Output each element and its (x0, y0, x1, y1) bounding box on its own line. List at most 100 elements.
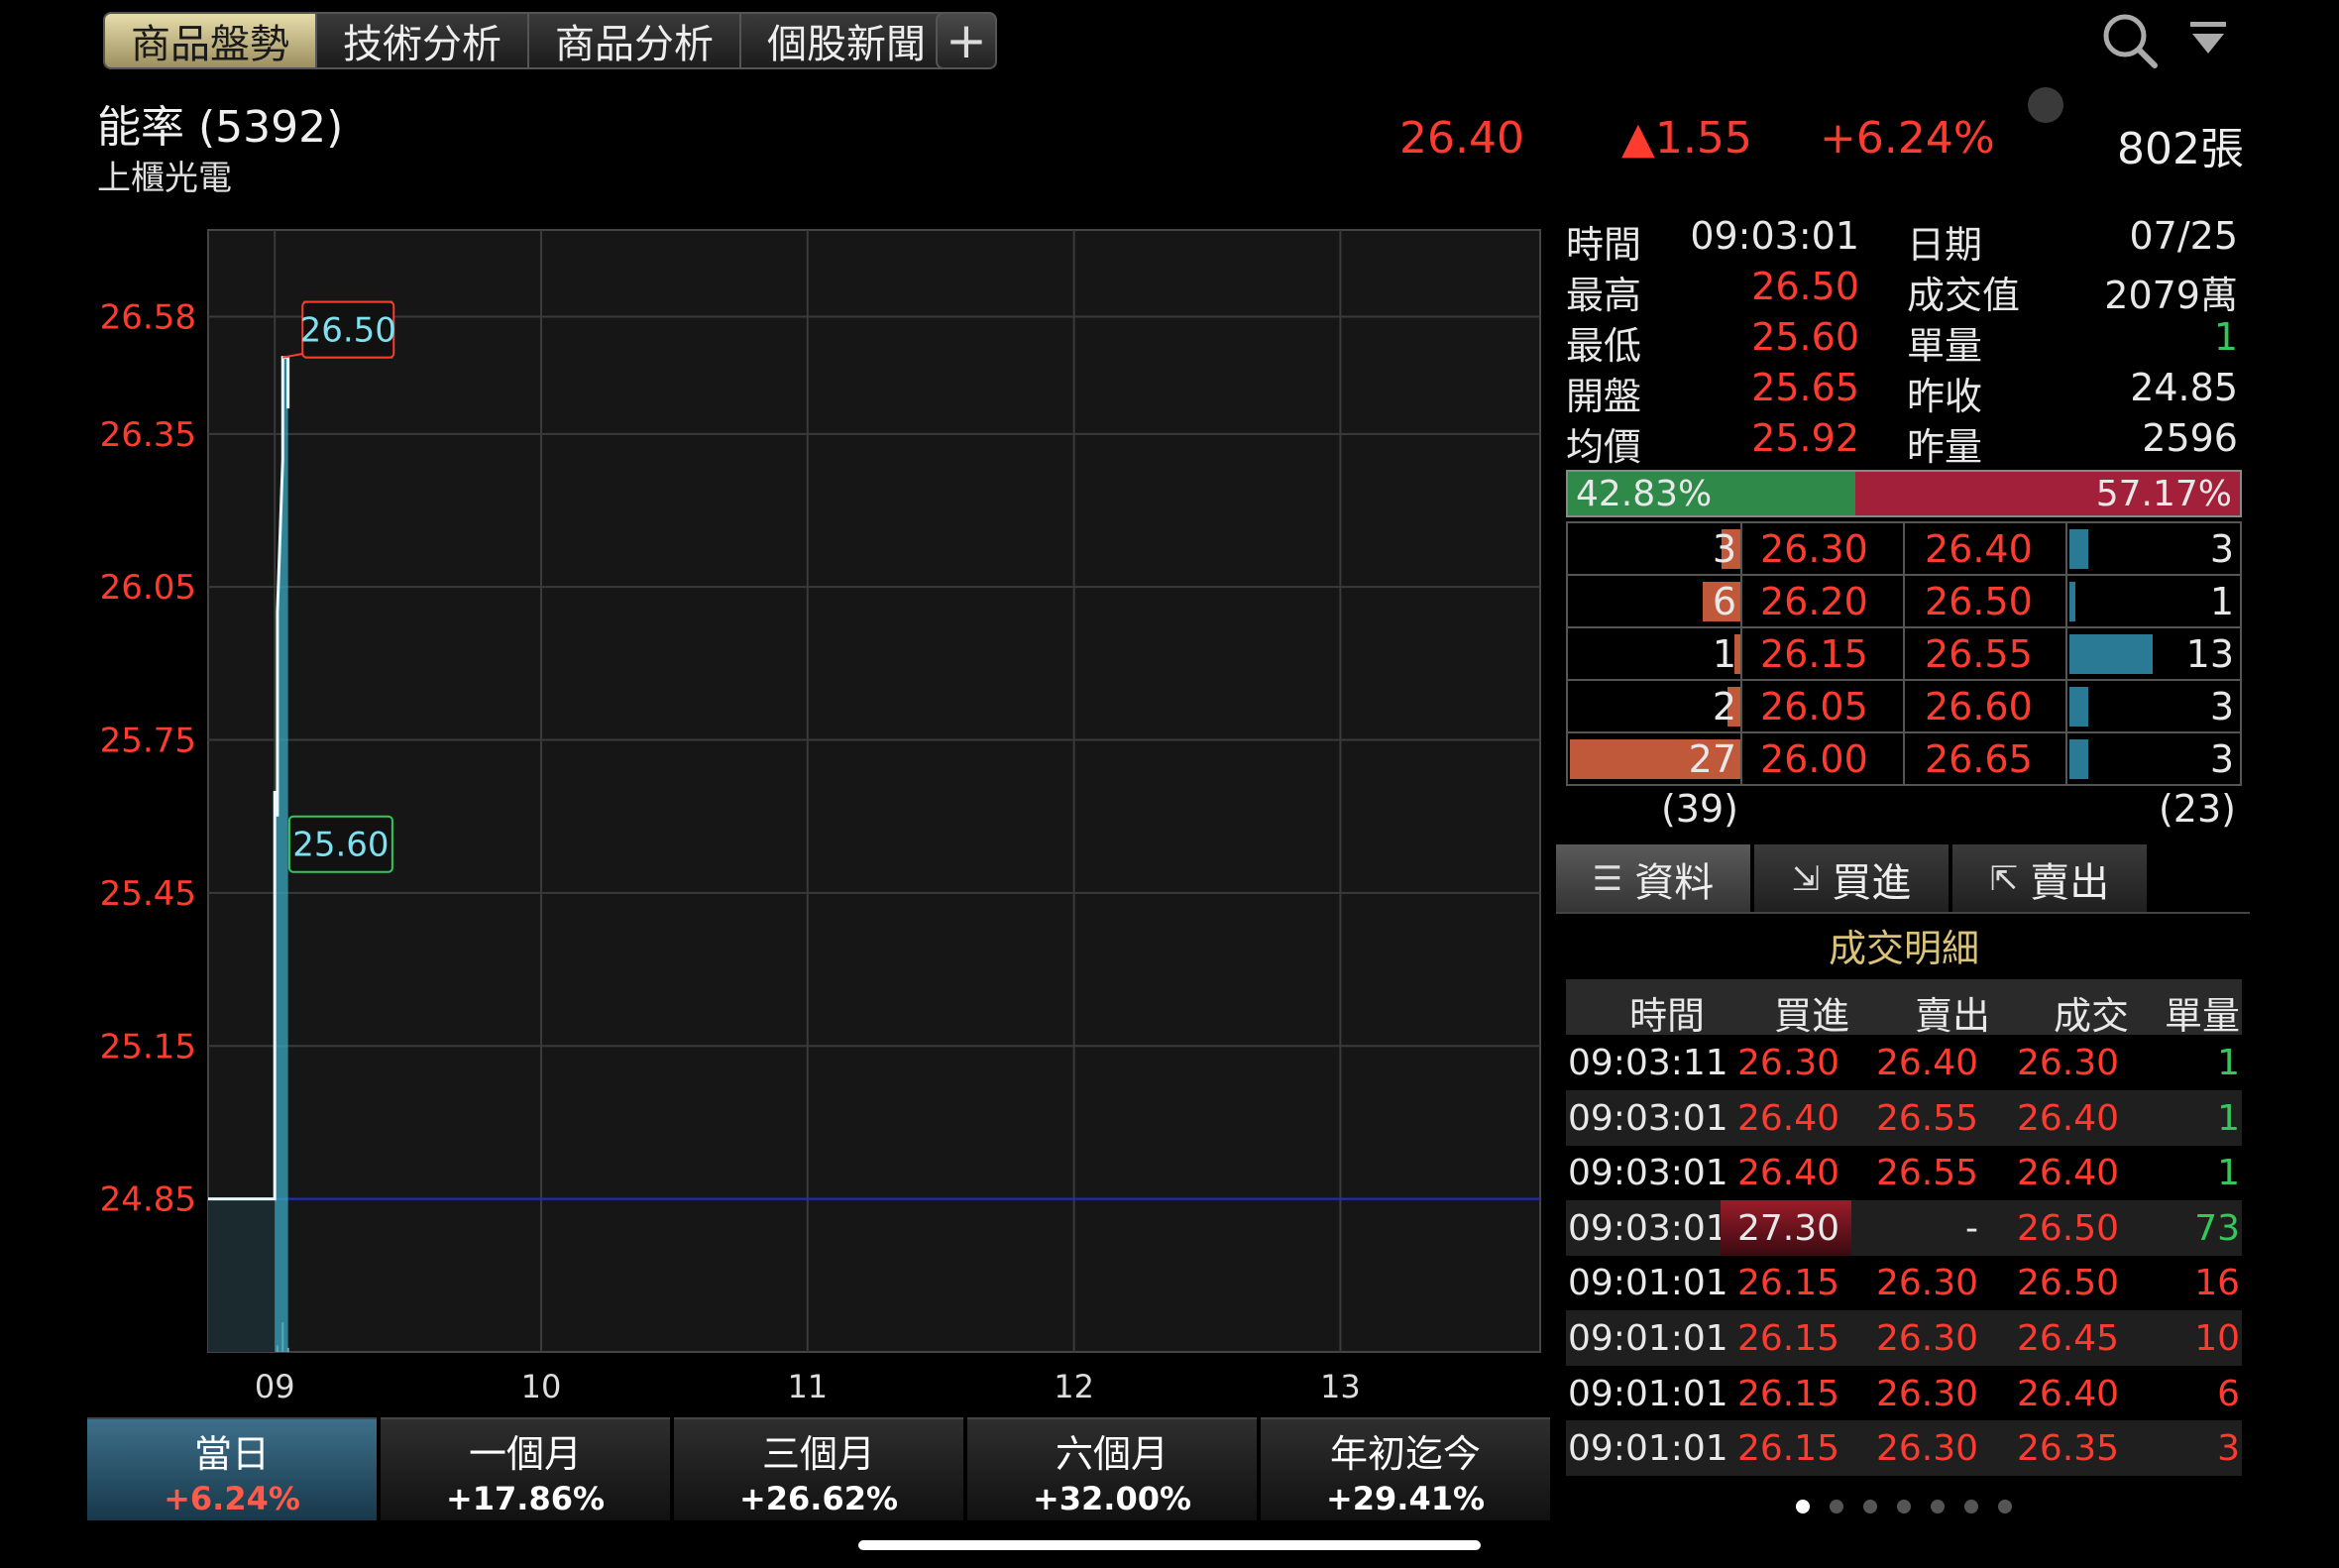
detail-tab-2[interactable]: ⇱ 賣出 (1952, 844, 2147, 914)
ask-price-cell: 26.40 (1905, 523, 2067, 574)
info-value: 24.85 (2130, 366, 2238, 409)
tab-2[interactable]: 商品分析 (529, 14, 741, 67)
buy-ratio: 42.83% (1568, 472, 1856, 515)
trade-row[interactable]: 09:01:01 26.15 26.30 26.45 10 (1566, 1310, 2242, 1366)
bid-price-cell: 26.30 (1742, 523, 1905, 574)
period-2[interactable]: 三個月 +26.62% (674, 1417, 963, 1520)
sell-icon: ⇱ (1989, 859, 2019, 899)
trade-time: 09:01:01 (1568, 1428, 1728, 1470)
bid-price: 26.20 (1760, 580, 1868, 623)
trade-row[interactable]: 09:03:01 26.40 26.55 26.40 1 (1566, 1145, 2242, 1200)
info-label: 均價 (1566, 425, 1642, 469)
y-tick-label: 25.75 (100, 722, 196, 761)
info-label: 昨量 (1907, 425, 1983, 469)
trade-row[interactable]: 09:01:01 26.15 26.30 26.40 6 (1566, 1366, 2242, 1421)
bid-qty: 3 (1712, 527, 1736, 571)
page-dot[interactable] (1931, 1500, 1945, 1513)
period-1[interactable]: 一個月 +17.86% (381, 1417, 670, 1520)
ask-bar (2069, 582, 2076, 621)
page-dot[interactable] (1863, 1500, 1877, 1513)
trade-vol: 16 (2194, 1263, 2240, 1304)
bid-price: 26.00 (1760, 737, 1868, 781)
detail-tab-0[interactable]: ☰ 資料 (1556, 844, 1750, 914)
bid-price-cell: 26.15 (1742, 628, 1905, 679)
info-label: 日期 (1907, 223, 1983, 267)
trade-buy: 26.40 (1736, 1097, 1839, 1139)
period-value: +32.00% (1032, 1479, 1192, 1517)
info-row: 最低 25.60 單量 1 (1566, 315, 2240, 368)
total-volume: 802張 (2117, 124, 2244, 174)
ask-price-cell: 26.65 (1905, 733, 2067, 784)
tab-bar: 商品盤勢 技術分析 商品分析 個股新聞 (103, 12, 953, 69)
info-value: 07/25 (2129, 214, 2238, 258)
trade-time: 09:03:11 (1568, 1043, 1728, 1083)
ask-qty: 13 (2185, 632, 2234, 676)
page-dot[interactable] (1796, 1500, 1810, 1513)
tab-1[interactable]: 技術分析 (317, 14, 529, 67)
trade-time: 09:03:01 (1568, 1153, 1728, 1194)
trade-time: 09:01:01 (1568, 1263, 1728, 1304)
buy-icon: ⇲ (1791, 859, 1821, 899)
trade-row[interactable]: 09:01:01 26.15 26.30 26.35 3 (1566, 1420, 2242, 1477)
pre-open-area (208, 1198, 276, 1352)
book-row[interactable]: 27 26.00 26.65 3 (1568, 733, 2240, 786)
trade-row[interactable]: 09:01:01 26.15 26.30 26.50 16 (1566, 1255, 2242, 1310)
tab-0[interactable]: 商品盤勢 (105, 14, 317, 67)
info-value: 25.92 (1751, 416, 1859, 460)
period-4[interactable]: 年初迄今 +29.41% (1261, 1417, 1550, 1520)
x-tick-label: 10 (521, 1368, 562, 1405)
trade-buy: 26.15 (1736, 1263, 1839, 1304)
detail-tab-1[interactable]: ⇲ 買進 (1754, 844, 1949, 914)
book-row[interactable]: 3 26.30 26.40 3 (1568, 523, 2240, 576)
detail-tabs: ☰ 資料 ⇲ 買進 ⇱ 賣出 (1556, 844, 2151, 914)
page-dot[interactable] (1830, 1500, 1843, 1513)
stock-name: 能率 (5392) (97, 102, 344, 153)
x-tick-label: 13 (1320, 1368, 1361, 1405)
ask-total: (23) (2158, 787, 2236, 831)
intraday-chart[interactable]: 26.58 26.35 26.05 25.75 25.45 25.15 24.85 09 10… (0, 218, 1546, 1417)
period-value: +29.41% (1325, 1479, 1486, 1517)
trade-vol: 73 (2194, 1207, 2240, 1249)
period-0[interactable]: 當日 +6.24% (87, 1417, 377, 1520)
add-tab-button[interactable]: + (936, 12, 997, 69)
trade-sell: - (1965, 1207, 1978, 1249)
header-time: 時間 (1629, 994, 1706, 1038)
ask-bar (2069, 529, 2089, 569)
bid-qty-cell: 27 (1568, 733, 1742, 784)
info-value: 26.50 (1751, 265, 1859, 308)
last-price: 26.40 (1399, 113, 1524, 164)
header-vol: 單量 (2164, 994, 2240, 1038)
trade-sell: 26.30 (1875, 1318, 1978, 1359)
info-label: 昨收 (1907, 375, 1983, 418)
info-value: 09:03:01 (1690, 214, 1859, 258)
trade-row[interactable]: 09:03:11 26.30 26.40 26.30 1 (1566, 1035, 2242, 1090)
ask-qty-cell: 3 (2067, 733, 2240, 784)
trade-time: 09:01:01 (1568, 1318, 1728, 1359)
list-icon: ☰ (1592, 859, 1623, 899)
book-row[interactable]: 2 26.05 26.60 3 (1568, 681, 2240, 733)
ask-price: 26.65 (1925, 737, 2033, 781)
info-value: 2079萬 (2104, 274, 2238, 317)
home-indicator[interactable] (858, 1540, 1481, 1550)
bid-qty: 6 (1712, 580, 1736, 623)
bid-price: 26.30 (1760, 527, 1868, 571)
y-tick-label: 25.15 (100, 1027, 196, 1066)
trade-vol: 6 (2217, 1373, 2240, 1414)
filter-dropdown-icon[interactable] (2188, 20, 2228, 59)
book-row[interactable]: 1 26.15 26.55 13 (1568, 628, 2240, 681)
trade-row[interactable]: 09:03:01 27.30 -26.50 73 (1566, 1199, 2242, 1256)
period-3[interactable]: 六個月 +32.00% (967, 1417, 1257, 1520)
page-dot[interactable] (1897, 1500, 1911, 1513)
book-row[interactable]: 6 26.20 26.50 1 (1568, 576, 2240, 628)
page-dot[interactable] (1964, 1500, 1978, 1513)
status-indicator (2028, 87, 2063, 123)
tab-3[interactable]: 個股新聞 (741, 14, 951, 67)
trade-row[interactable]: 09:03:01 26.40 26.55 26.40 1 (1566, 1089, 2242, 1146)
bid-qty-cell: 3 (1568, 523, 1742, 574)
trade-deal: 26.30 (2016, 1043, 2119, 1083)
bid-qty: 1 (1712, 632, 1736, 676)
page-dot[interactable] (1998, 1500, 2012, 1513)
period-label: 三個月 (761, 1431, 875, 1476)
trade-buy: 27.30 (1736, 1207, 1839, 1249)
search-icon[interactable] (2101, 12, 2159, 69)
